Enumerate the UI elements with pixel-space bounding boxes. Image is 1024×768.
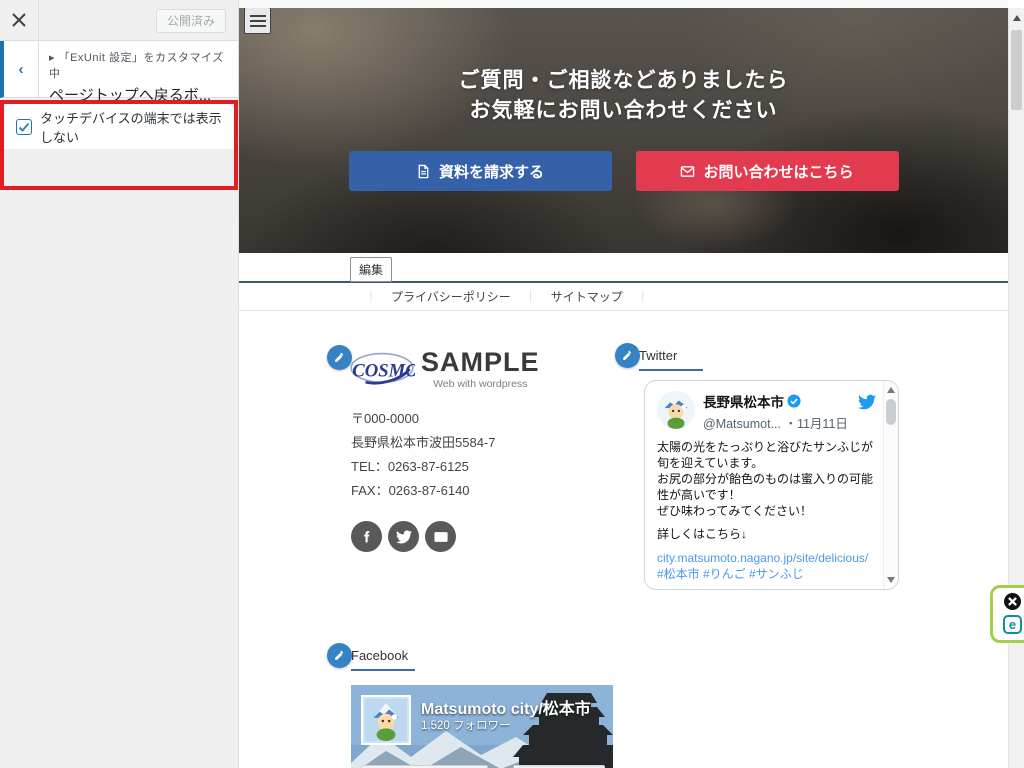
twitter-social-button[interactable] [388, 521, 419, 552]
touch-device-setting-row: タッチデバイスの端末では表示しない [4, 104, 234, 149]
hero-title: ご質問・ご相談などありましたら お気軽にお問い合わせください [239, 66, 1008, 126]
facebook-widget: Facebook [331, 647, 593, 768]
pencil-icon [333, 649, 346, 662]
checkmark-icon [18, 121, 30, 133]
panel-header: ‹ ▸ 「ExUnit 設定」をカスタマイズ中 ページトップへ戻るボ... [0, 41, 238, 98]
chevron-left-icon: ‹ [19, 61, 24, 78]
tweet-text: 太陽の光をたっぷりと浴びたサンふじが 旬を迎えています。 お尻の部分が飴色のもの… [657, 439, 878, 519]
twitter-bird-icon[interactable] [858, 393, 876, 411]
preview-scrollbar-thumb[interactable] [1011, 30, 1022, 110]
cosmo-logo: COSMO [349, 347, 415, 391]
mascot-avatar [657, 391, 695, 429]
sitemap-link[interactable]: サイトマップ [551, 288, 623, 305]
site-logo-text: SAMPLE [421, 348, 540, 376]
document-icon [416, 164, 431, 179]
close-icon [12, 13, 26, 27]
preview-top-strip [239, 0, 1008, 8]
tweet-scrollbar-thumb[interactable] [886, 399, 896, 425]
tweet-card: 長野県松本市 @Matsumot... ・11月11日 太陽の光をたっぷりと浴び… [644, 380, 899, 590]
mascot-avatar [365, 699, 407, 741]
fax-number: FAX：0263-87-6140 [351, 479, 593, 503]
twitter-widget: Twitter [619, 347, 899, 768]
close-customizer-button[interactable] [0, 0, 39, 40]
hero-title-line1: ご質問・ご相談などありましたら [239, 66, 1008, 96]
scroll-up-icon[interactable] [887, 387, 895, 393]
privacy-policy-link[interactable]: プライバシーポリシー [391, 288, 511, 305]
pencil-icon [621, 349, 634, 362]
twitter-widget-title: Twitter [639, 348, 703, 371]
scroll-down-icon[interactable] [887, 577, 895, 583]
tweet-author-avatar[interactable] [657, 391, 695, 429]
scroll-up-icon[interactable] [1013, 15, 1021, 21]
hamburger-menu-button[interactable] [244, 8, 271, 34]
nav-separator: ｜ [637, 288, 649, 305]
touch-device-checkbox[interactable] [16, 119, 32, 135]
extension-overlay: e [990, 585, 1024, 643]
street-address: 長野県松本市波田5584-7 [351, 431, 593, 455]
tweet-link[interactable]: city.matsumoto.nagano.jp/site/delicious/ [657, 550, 878, 566]
site-footer: COSMO SAMPLE Web with wordpress 〒000-000… [239, 311, 1008, 768]
envelope-icon [680, 164, 695, 179]
hamburger-icon [250, 15, 266, 17]
nav-separator: ｜ [365, 288, 377, 305]
nav-separator: ｜ [525, 288, 537, 305]
edit-button[interactable]: 編集 [350, 257, 392, 282]
email-social-button[interactable] [425, 521, 456, 552]
edit-facebook-widget-shortcut[interactable] [327, 643, 352, 668]
edit-logo-shortcut[interactable] [327, 345, 352, 370]
footer-social-icons [351, 521, 593, 552]
facebook-icon [359, 529, 375, 545]
extension-close-button[interactable] [1004, 593, 1021, 610]
back-button[interactable]: ‹ [4, 41, 39, 97]
preview-scrollbar[interactable] [1008, 8, 1024, 768]
facebook-page-card[interactable]: Matsumoto city/松本市 1,520 フォロワー f ページをフォロ… [351, 685, 613, 768]
hero-title-line2: お気軽にお問い合わせください [239, 96, 1008, 126]
facebook-page-name[interactable]: Matsumoto city/松本市 [421, 695, 591, 719]
close-icon [1008, 597, 1017, 606]
tweet-more-label: 詳しくはこちら↓ [657, 526, 878, 542]
twitter-icon [396, 529, 412, 545]
edit-shortcut-row: 編集 [239, 253, 1008, 283]
touch-device-checkbox-label: タッチデバイスの端末では表示しない [40, 108, 222, 146]
facebook-social-button[interactable] [351, 521, 382, 552]
extension-e-icon[interactable]: e [1003, 615, 1022, 634]
footer-logo-block: COSMO SAMPLE Web with wordpress [331, 347, 593, 391]
tweet-author-name[interactable]: 長野県松本市 [703, 391, 784, 411]
postal-code: 〒000-0000 [351, 407, 593, 431]
svg-text:COSMO: COSMO [352, 361, 415, 382]
pencil-icon [333, 351, 346, 364]
edit-twitter-widget-shortcut[interactable] [615, 343, 640, 368]
request-documents-button[interactable]: 資料を請求する [349, 151, 612, 191]
footer-nav: ｜ プライバシーポリシー ｜ サイトマップ ｜ [239, 283, 1008, 311]
published-button[interactable]: 公開済み [156, 9, 226, 33]
contact-us-button[interactable]: お問い合わせはこちら [636, 151, 899, 191]
facebook-page-avatar[interactable] [361, 695, 411, 745]
hero-section: ご質問・ご相談などありましたら お気軽にお問い合わせください 資料を請求する お… [239, 8, 1008, 253]
mail-icon [433, 529, 449, 545]
facebook-followers-count: 1,520 フォロワー [421, 717, 510, 733]
customizer-sidebar: 公開済み ‹ ▸ 「ExUnit 設定」をカスタマイズ中 ページトップへ戻るボ.… [0, 0, 239, 768]
tweet-author-handle-and-date[interactable]: @Matsumot... ・11月11日 [703, 413, 848, 432]
footer-address: 〒000-0000 長野県松本市波田5584-7 TEL：0263-87-612… [351, 407, 593, 503]
site-preview: ご質問・ご相談などありましたら お気軽にお問い合わせください 資料を請求する お… [239, 0, 1008, 768]
site-logo-tagline: Web with wordpress [421, 378, 540, 390]
verified-badge-icon [787, 394, 801, 408]
highlighted-setting-box: タッチデバイスの端末では表示しない [0, 100, 238, 190]
breadcrumb: ▸ 「ExUnit 設定」をカスタマイズ中 [49, 49, 234, 81]
facebook-widget-title: Facebook [351, 648, 415, 671]
tweet-card-scrollbar[interactable] [883, 381, 898, 589]
tel-number: TEL：0263-87-6125 [351, 455, 593, 479]
tweet-hashtags[interactable]: #松本市 #りんご #サンふじ [657, 566, 878, 582]
customizer-header: 公開済み [0, 0, 238, 41]
